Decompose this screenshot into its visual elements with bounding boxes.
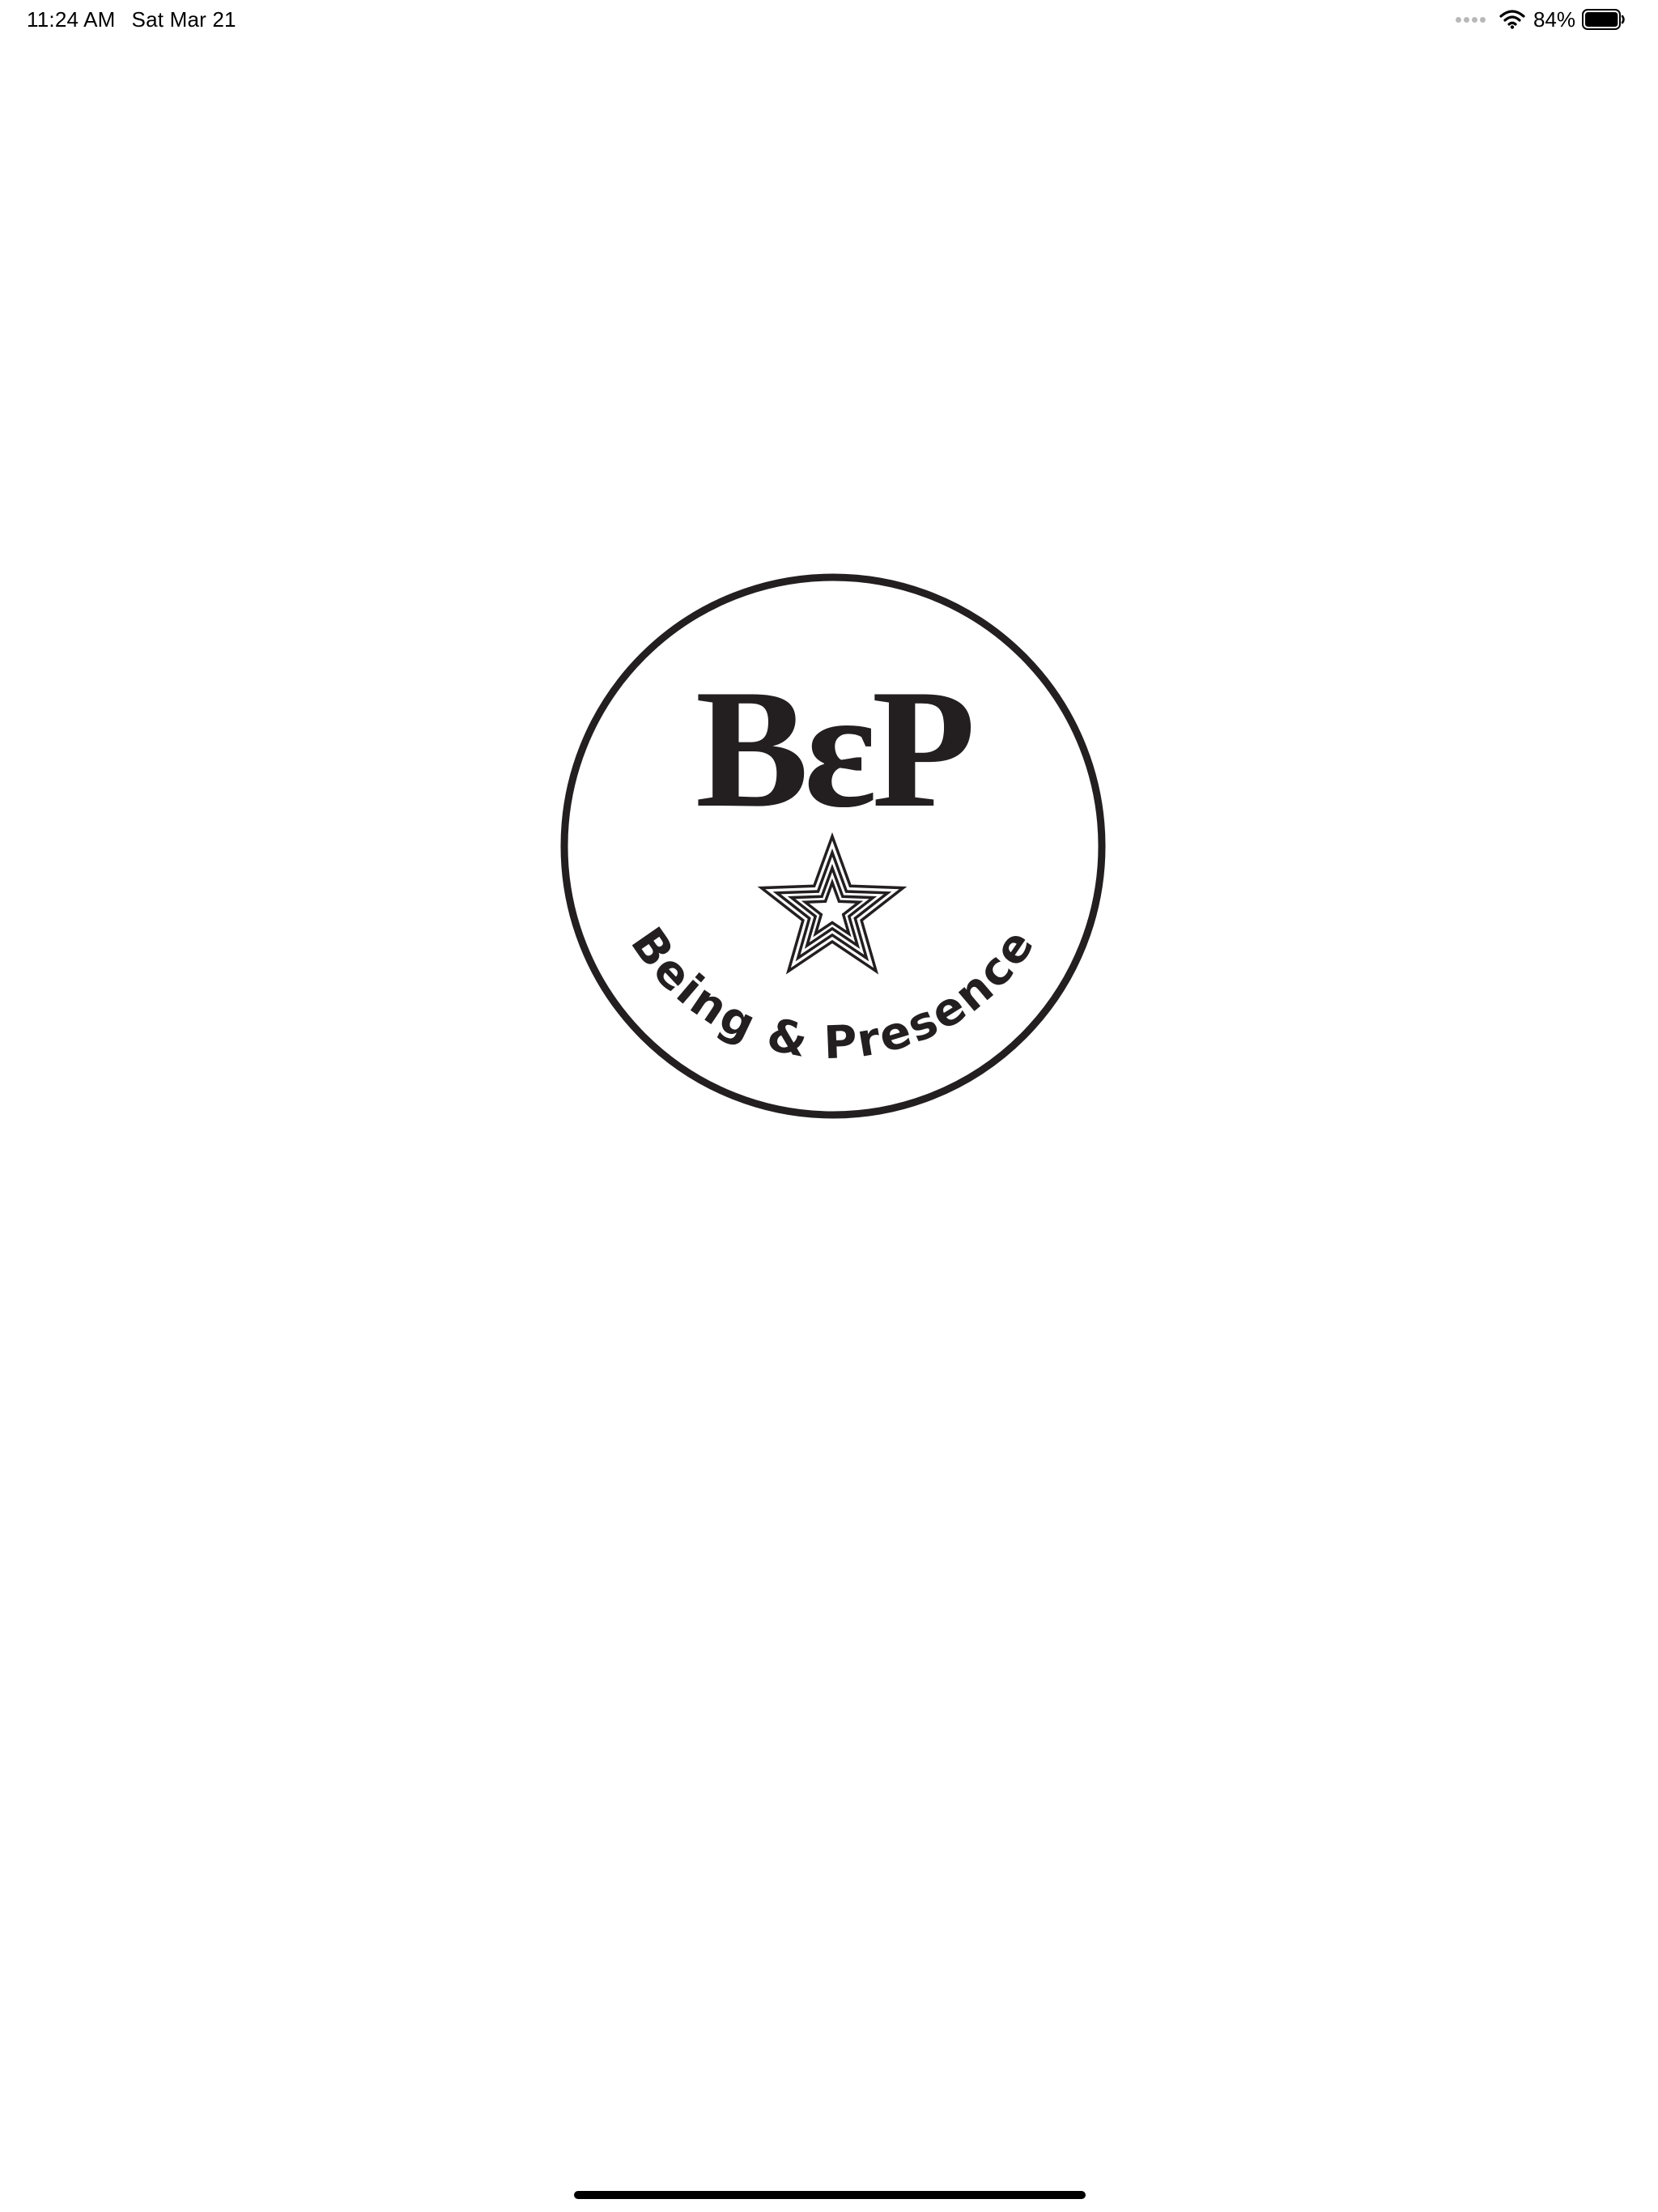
- concentric-star-icon: [757, 832, 908, 975]
- bep-logo: BεP Being & Presence: [558, 571, 1108, 1121]
- battery-icon: [1582, 9, 1625, 30]
- status-date: Sat Mar 21: [131, 7, 236, 32]
- status-time: 11:24 AM: [27, 7, 116, 32]
- status-bar: 11:24 AM Sat Mar 21 84%: [0, 0, 1658, 39]
- signal-dots-icon: [1455, 16, 1488, 23]
- logo-monogram: BεP: [695, 655, 971, 843]
- home-indicator[interactable]: [574, 2191, 1086, 2199]
- bep-logo-seal: BεP Being & Presence: [560, 573, 1106, 1119]
- wifi-icon: [1499, 10, 1525, 29]
- status-right: 84%: [1455, 6, 1626, 32]
- status-left: 11:24 AM Sat Mar 21: [27, 6, 236, 32]
- battery-percent: 84%: [1533, 7, 1575, 32]
